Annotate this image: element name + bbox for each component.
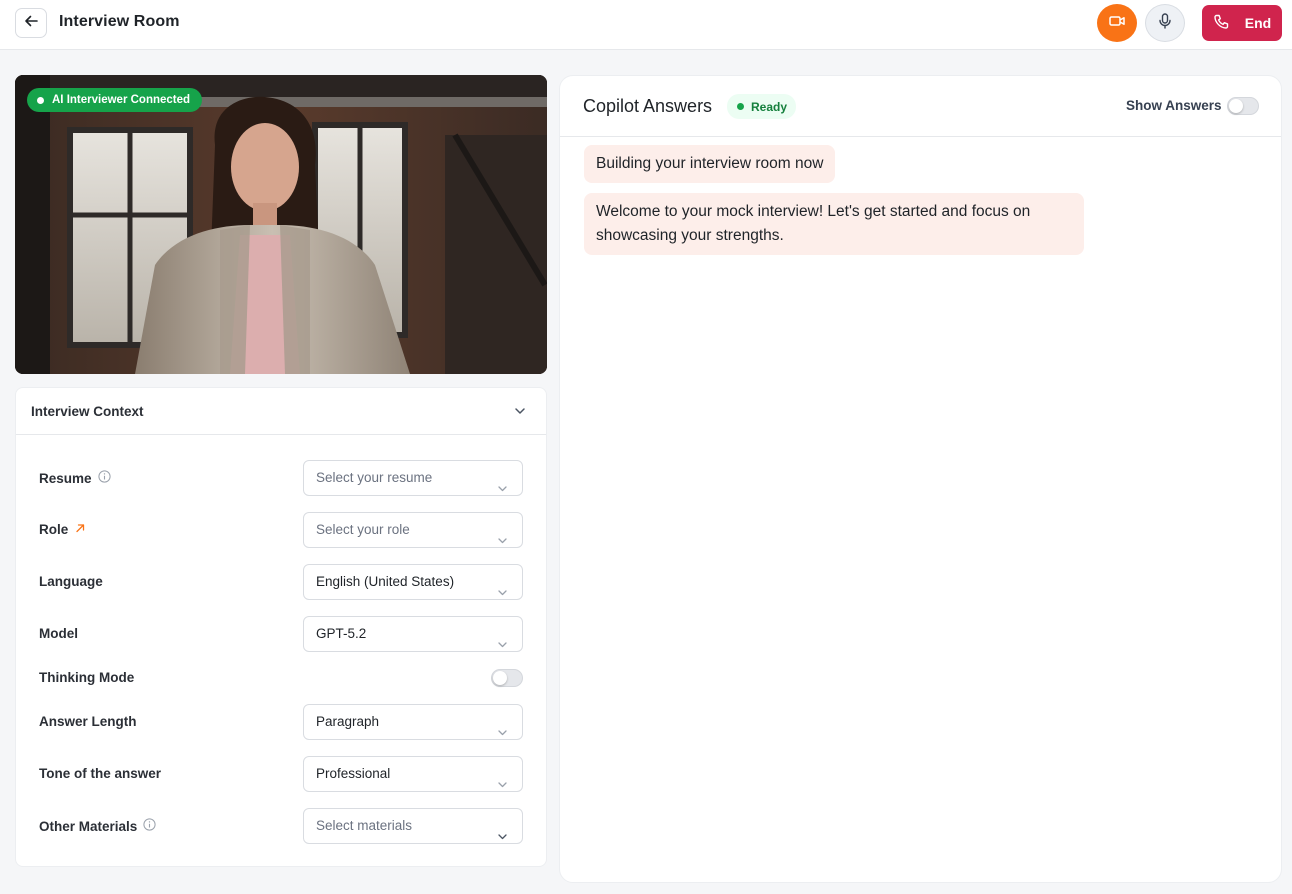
role-select-value: Select your role: [316, 522, 410, 537]
language-label: Language: [39, 574, 103, 589]
interview-context-title: Interview Context: [31, 404, 144, 419]
status-dot-icon: [37, 96, 44, 104]
connection-status-badge: AI Interviewer Connected: [27, 88, 203, 112]
language-select[interactable]: English (United States): [303, 564, 523, 600]
top-bar: Interview Room End: [0, 0, 1292, 50]
toggle-knob: [1229, 99, 1243, 113]
language-row: Language English (United States): [16, 564, 548, 600]
role-select[interactable]: Select your role: [303, 512, 523, 548]
interview-context-header[interactable]: Interview Context: [16, 388, 546, 435]
interview-context-panel: Interview Context Resume Select your res…: [15, 387, 547, 867]
connection-status-text: AI Interviewer Connected: [52, 94, 191, 106]
thinking-mode-row: Thinking Mode: [16, 660, 548, 696]
other-materials-select[interactable]: Select materials: [303, 808, 523, 844]
resume-label: Resume: [39, 470, 92, 486]
info-icon[interactable]: [143, 818, 156, 834]
show-answers-label: Show Answers: [1126, 98, 1222, 113]
camera-toggle-button[interactable]: [1097, 4, 1137, 42]
other-materials-label: Other Materials: [39, 818, 138, 834]
page-title: Interview Room: [59, 13, 180, 30]
chevron-down-icon: [497, 769, 508, 803]
role-label: Role: [39, 522, 69, 537]
arrow-left-icon: [24, 14, 38, 33]
language-select-value: English (United States): [316, 574, 455, 589]
chevron-down-icon[interactable]: [514, 404, 526, 422]
message-bubble: Building your interview room now: [584, 145, 836, 183]
microphone-icon: [1158, 12, 1172, 34]
model-label: Model: [39, 626, 78, 641]
role-row: Role Select your role: [16, 512, 548, 548]
tone-select[interactable]: Professional: [303, 756, 523, 792]
chevron-down-icon: [497, 629, 508, 663]
thinking-mode-label: Thinking Mode: [39, 670, 135, 685]
thinking-mode-toggle[interactable]: [491, 669, 523, 687]
chevron-down-icon: [497, 577, 508, 611]
tone-label: Tone of the answer: [39, 766, 162, 781]
info-icon[interactable]: [97, 470, 111, 486]
answer-length-select-value: Paragraph: [316, 714, 380, 729]
back-button[interactable]: [15, 8, 47, 38]
other-materials-select-value: Select materials: [316, 818, 413, 833]
chevron-down-icon: [497, 821, 508, 855]
toggle-knob: [493, 671, 507, 685]
other-materials-row: Other Materials Select materials: [16, 808, 548, 844]
answer-length-row: Answer Length Paragraph: [16, 704, 548, 740]
resume-select[interactable]: Select your resume: [303, 460, 523, 496]
model-select[interactable]: GPT-5.2: [303, 616, 523, 652]
end-call-label: End: [1244, 15, 1272, 31]
interviewer-video-feed: AI Interviewer Connected: [15, 75, 547, 374]
message-bubble: Welcome to your mock interview! Let's ge…: [584, 193, 1084, 255]
status-badge: Ready: [727, 94, 797, 119]
status-dot-icon: [737, 103, 744, 110]
interviewer-video-image: [15, 75, 547, 374]
model-row: Model GPT-5.2: [16, 616, 548, 652]
tone-row: Tone of the answer Professional: [16, 756, 548, 792]
video-camera-icon: [1109, 14, 1125, 33]
chevron-down-icon: [497, 473, 508, 507]
model-select-value: GPT-5.2: [316, 626, 367, 641]
answer-length-label: Answer Length: [39, 714, 137, 729]
end-call-button[interactable]: End: [1202, 5, 1282, 41]
microphone-toggle-button[interactable]: [1145, 4, 1185, 42]
chevron-down-icon: [497, 525, 508, 559]
answer-length-select[interactable]: Paragraph: [303, 704, 523, 740]
external-link-arrow-icon[interactable]: [74, 522, 86, 537]
chevron-down-icon: [497, 717, 508, 751]
copilot-title: Copilot Answers: [583, 96, 713, 116]
resume-row: Resume Select your resume: [16, 460, 548, 496]
phone-icon: [1213, 14, 1229, 33]
copilot-answers-panel: Copilot Answers Ready Show Answers Build…: [559, 75, 1282, 883]
resume-select-value: Select your resume: [316, 470, 433, 485]
show-answers-toggle[interactable]: [1227, 97, 1259, 115]
copilot-header: Copilot Answers Ready Show Answers: [560, 76, 1281, 137]
tone-select-value: Professional: [316, 766, 391, 781]
status-text: Ready: [751, 99, 788, 114]
